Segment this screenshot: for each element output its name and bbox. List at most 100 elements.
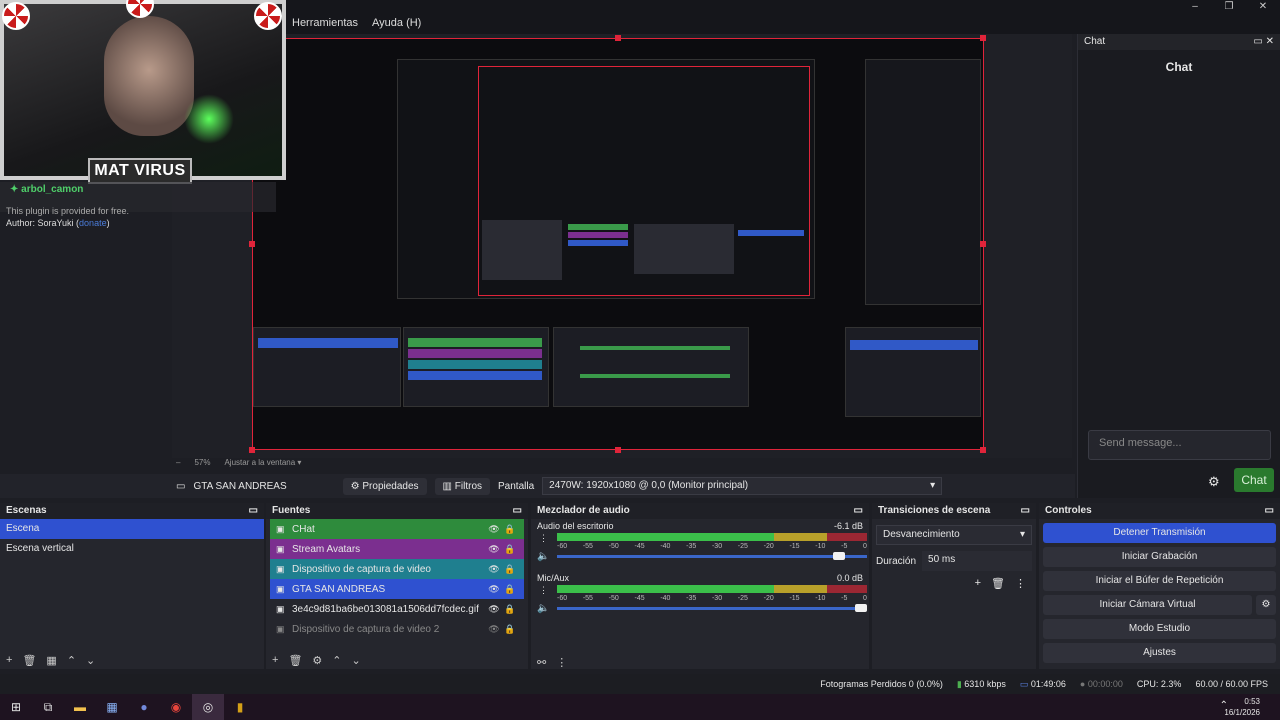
source-item[interactable]: ▣ Dispositivo de captura de video 👁 🔒 <box>270 559 524 579</box>
control-button[interactable]: Modo Estudio <box>1043 619 1276 639</box>
trash-icon[interactable]: 🗑 <box>22 654 36 667</box>
lock-icon[interactable]: 🔒 <box>502 584 518 595</box>
transitions-dock: Transiciones de escena ▭ Desvanecimiento ▾… <box>872 503 1036 669</box>
float-icon[interactable]: ▭ <box>1021 503 1030 519</box>
chevron-down-icon[interactable]: ⌄ <box>352 654 361 667</box>
more-icon[interactable]: ⋮ <box>539 533 548 544</box>
calculator-icon[interactable]: ▦ <box>96 694 128 720</box>
float-icon[interactable]: ▭ <box>249 503 258 519</box>
speaker-icon[interactable]: 🔈 <box>537 551 549 562</box>
speaker-icon[interactable]: 🔈 <box>537 603 549 614</box>
webcam-overlay: MAT VIRUS <box>0 0 286 184</box>
gear-icon[interactable]: ⚙ <box>312 654 322 667</box>
properties-button[interactable]: ⚙ Propiedades <box>342 477 427 495</box>
visibility-icon[interactable]: 👁 <box>486 544 502 555</box>
resize-handle[interactable] <box>615 35 621 41</box>
cpu-usage: CPU: 2.3% <box>1136 679 1182 689</box>
add-icon[interactable]: + <box>975 577 981 590</box>
control-button[interactable]: Detener Transmisión <box>1043 523 1276 543</box>
transition-select[interactable]: Desvanecimiento ▾ <box>876 525 1032 545</box>
chevron-up-icon[interactable]: ⌃ <box>67 654 76 667</box>
more-icon[interactable]: ⋮ <box>1015 577 1026 590</box>
volume-knob[interactable] <box>833 552 846 560</box>
current-source-name: GTA SAN ANDREAS <box>193 480 287 492</box>
float-icon[interactable]: ▭ <box>854 503 863 519</box>
preview-canvas[interactable] <box>252 38 984 450</box>
duration-input[interactable]: 50 ms <box>922 551 1032 571</box>
link-icon[interactable]: ⚯ <box>537 656 546 669</box>
source-item[interactable]: ▣ Stream Avatars 👁 🔒 <box>270 539 524 559</box>
maximize-icon[interactable]: ❐ <box>1212 0 1246 14</box>
gear-icon[interactable]: ⚙ <box>1208 474 1220 490</box>
close-icon[interactable]: ✕ <box>1246 0 1280 14</box>
resize-handle[interactable] <box>980 241 986 247</box>
menu-ayuda[interactable]: Ayuda (H) <box>372 17 421 29</box>
volume-slider[interactable] <box>557 552 867 560</box>
channel-name: Mic/Aux <box>537 573 570 583</box>
windows-start-icon[interactable]: ⊞ <box>0 694 32 720</box>
chevron-down-icon[interactable]: ⌄ <box>86 654 95 667</box>
filter-icon[interactable]: ▦ <box>46 654 56 667</box>
visibility-icon[interactable]: 👁 <box>486 524 502 535</box>
visibility-icon[interactable]: 👁 <box>486 584 502 595</box>
scene-item[interactable]: Escena vertical <box>0 539 264 559</box>
lock-icon[interactable]: 🔒 <box>502 604 518 615</box>
task-view-icon[interactable]: ⧉ <box>32 694 64 720</box>
lock-icon[interactable]: 🔒 <box>502 524 518 535</box>
menu-herramientas[interactable]: Herramientas <box>292 17 358 29</box>
tick-label: -40 <box>660 543 671 550</box>
control-button[interactable]: Iniciar Grabación <box>1043 547 1276 567</box>
visibility-icon[interactable]: 👁 <box>486 624 502 635</box>
source-item[interactable]: ▣ CHat 👁 🔒 <box>270 519 524 539</box>
more-icon[interactable]: ⋮ <box>556 656 567 669</box>
chrome-icon[interactable]: ◉ <box>160 694 192 720</box>
lock-icon[interactable]: 🔒 <box>502 544 518 555</box>
close-icon[interactable]: ✕ <box>1266 36 1274 47</box>
control-button[interactable]: Iniciar Cámara Virtual ⚙ <box>1043 595 1276 615</box>
fit-window-select[interactable]: Ajustar a la ventana ▾ <box>224 458 301 467</box>
visibility-icon[interactable]: 👁 <box>486 564 502 575</box>
meter-green <box>557 533 774 541</box>
float-icon[interactable]: ▭ <box>513 503 522 519</box>
file-explorer-icon[interactable]: ▬ <box>64 694 96 720</box>
donate-link[interactable]: donate <box>79 218 107 228</box>
control-button[interactable]: Iniciar el Búfer de Repetición <box>1043 571 1276 591</box>
source-item[interactable]: ▣ GTA SAN ANDREAS 👁 🔒 <box>270 579 524 599</box>
chevron-up-icon[interactable]: ⌃ <box>332 654 341 667</box>
trash-icon[interactable]: 🗑 <box>991 577 1005 590</box>
resize-handle[interactable] <box>249 447 255 453</box>
more-icon[interactable]: ⋮ <box>539 585 548 596</box>
volume-slider[interactable] <box>557 604 867 612</box>
send-message-input[interactable]: Send message... <box>1088 430 1271 460</box>
add-icon[interactable]: + <box>272 654 278 667</box>
app-icon[interactable]: ▮ <box>224 694 256 720</box>
display-select[interactable]: 2470W: 1920x1080 @ 0,0 (Monitor principa… <box>542 477 943 495</box>
resize-handle[interactable] <box>615 447 621 453</box>
chat-send-button[interactable]: Chat <box>1234 468 1274 492</box>
zoom-level: 57% <box>194 458 211 467</box>
source-item[interactable]: ▣ 3e4c9d81ba6be013081a1506dd7fcdec.gif 👁 🔒 <box>270 599 524 619</box>
control-button[interactable]: Ajustes <box>1043 643 1276 663</box>
resize-handle[interactable] <box>980 35 986 41</box>
trash-icon[interactable]: 🗑 <box>288 654 302 667</box>
float-icon[interactable]: ▭ <box>1265 503 1274 519</box>
float-icon[interactable]: ▭ <box>1253 36 1262 47</box>
system-clock[interactable]: 0:53 16/1/2026 <box>1224 696 1260 718</box>
lock-icon[interactable]: 🔒 <box>502 564 518 575</box>
filters-button[interactable]: ▥ Filtros <box>434 477 491 495</box>
scene-item[interactable]: Escena <box>0 519 264 539</box>
discord-icon[interactable]: ● <box>128 694 160 720</box>
volume-knob[interactable] <box>855 604 867 612</box>
minimize-icon[interactable]: – <box>1178 0 1212 14</box>
channel-name: Audio del escritorio <box>537 521 614 531</box>
resize-handle[interactable] <box>980 447 986 453</box>
source-item[interactable]: ▣ Dispositivo de captura de video 2 👁 🔒 <box>270 619 524 639</box>
visibility-icon[interactable]: 👁 <box>486 604 502 615</box>
add-icon[interactable]: + <box>6 654 12 667</box>
lock-icon[interactable]: 🔒 <box>502 624 518 635</box>
obs-icon[interactable]: ◎ <box>192 694 224 720</box>
nested-sources <box>403 327 549 407</box>
gear-icon[interactable]: ⚙ <box>1256 595 1276 615</box>
zoom-out-icon[interactable]: – <box>176 458 180 467</box>
resize-handle[interactable] <box>249 241 255 247</box>
